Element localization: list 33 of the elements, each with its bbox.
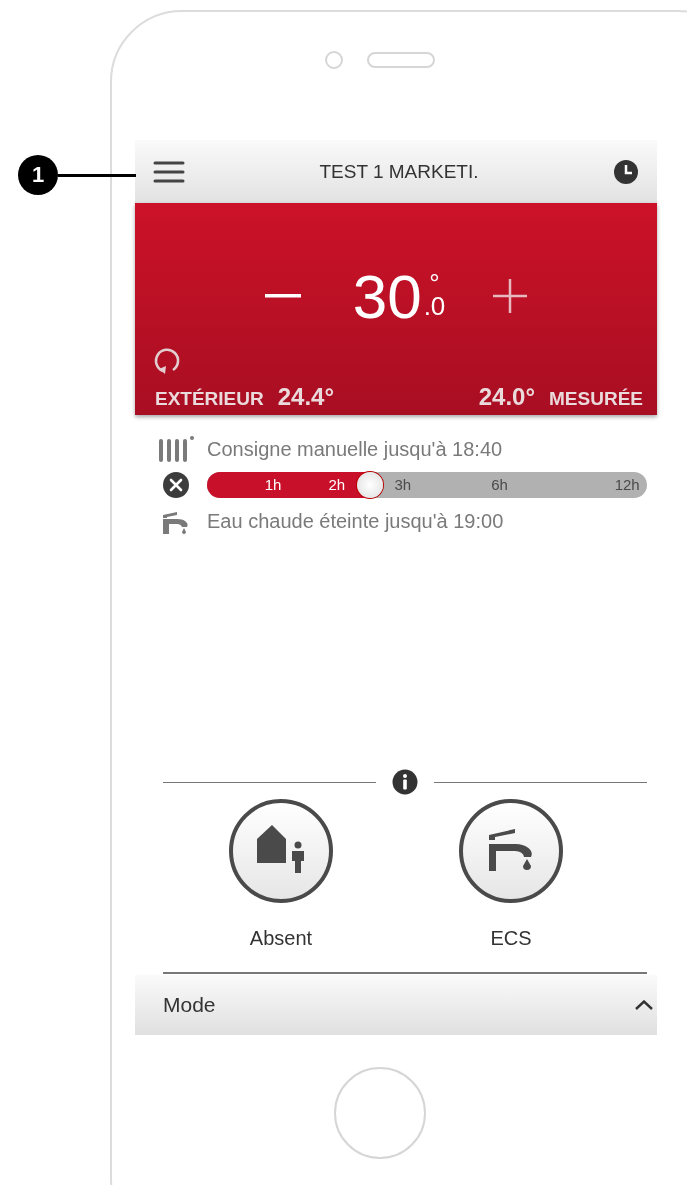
cancel-icon[interactable] [163,472,189,498]
chevron-up-icon[interactable] [635,1000,653,1010]
tick-label: 2h [328,476,346,493]
status-text: Consigne manuelle jusqu'à 18:40 [207,437,503,461]
status-text: Eau chaude éteinte jusqu'à 19:00 [207,509,504,533]
outdoor-label: EXTÉRIEUR [155,388,264,410]
menu-icon[interactable] [153,160,185,183]
speaker-icon [367,52,435,68]
radiator-icon [157,435,195,463]
mode-label: ECS [490,927,532,950]
slider-thumb[interactable] [356,472,383,498]
duration-slider[interactable]: 1h 2h 3h 6h 12h [207,472,647,498]
tick-label: 1h [264,476,282,493]
mode-label: Absent [249,927,313,950]
header-title: TEST 1 MARKETI. [318,160,480,183]
measured-temperature: 24.0° [478,383,536,411]
clock-icon[interactable] [613,158,639,185]
mode-bar[interactable]: Mode [135,975,657,1035]
mode-bar-label: Mode [163,993,217,1017]
degree-sign: ° [429,273,440,293]
outdoor-temperature: 24.4° [277,383,335,411]
tick-label: 6h [491,476,508,493]
info-icon[interactable] [392,769,418,795]
setpoint-decimal: .0 [423,293,446,319]
refresh-icon[interactable] [153,347,181,377]
tick-label: 3h [394,476,412,493]
tick-label: 12h [614,476,640,493]
plus-icon[interactable] [493,279,528,313]
minus-icon[interactable] [264,294,301,298]
setpoint-value: 30 [352,260,422,332]
measured-label: MESURÉE [549,388,643,410]
camera-icon [325,51,343,69]
callout-badge: 1 [18,155,58,195]
